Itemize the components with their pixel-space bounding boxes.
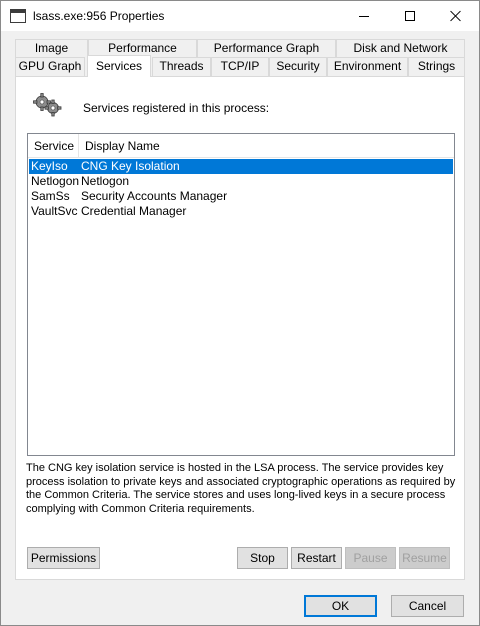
services-tab-panel: Services registered in this process: Ser… bbox=[15, 76, 465, 580]
window-icon bbox=[10, 9, 26, 23]
service-name: VaultSvc bbox=[31, 204, 78, 218]
service-name: SamSs bbox=[31, 189, 70, 203]
service-display-name: CNG Key Isolation bbox=[81, 159, 180, 173]
restart-button[interactable]: Restart bbox=[291, 547, 342, 569]
maximize-button[interactable] bbox=[387, 1, 433, 31]
tab-environment[interactable]: Environment bbox=[327, 57, 408, 76]
tab-strings[interactable]: Strings bbox=[408, 57, 465, 76]
service-name: KeyIso bbox=[31, 159, 68, 173]
tab-threads[interactable]: Threads bbox=[152, 57, 211, 76]
tab-services[interactable]: Services bbox=[87, 55, 151, 77]
service-display-name: Security Accounts Manager bbox=[81, 189, 228, 203]
tab-disk-and-network[interactable]: Disk and Network bbox=[336, 39, 465, 58]
tab-tcpip[interactable]: TCP/IP bbox=[211, 57, 269, 76]
tab-row-bottom: GPU Graph Services Threads TCP/IP Securi… bbox=[1, 55, 480, 77]
cancel-button[interactable]: Cancel bbox=[391, 595, 464, 617]
minimize-button[interactable] bbox=[341, 1, 387, 31]
column-service[interactable]: Service bbox=[28, 134, 79, 158]
services-header: Services registered in this process: bbox=[83, 101, 270, 115]
tab-row-top: Image Performance Performance Graph Disk… bbox=[1, 39, 480, 58]
service-row[interactable]: VaultSvc Credential Manager bbox=[29, 204, 453, 219]
list-header: Service Display Name bbox=[28, 134, 454, 158]
permissions-button[interactable]: Permissions bbox=[27, 547, 100, 569]
services-list[interactable]: Service Display Name KeyIso CNG Key Isol… bbox=[27, 133, 455, 456]
service-display-name: Credential Manager bbox=[81, 204, 187, 218]
service-description: The CNG key isolation service is hosted … bbox=[26, 462, 456, 515]
service-row[interactable]: SamSs Security Accounts Manager bbox=[29, 189, 453, 204]
tab-security[interactable]: Security bbox=[269, 57, 327, 76]
service-name: Netlogon bbox=[31, 174, 80, 188]
window-title: lsass.exe:956 Properties bbox=[33, 9, 165, 23]
minimize-icon bbox=[359, 15, 369, 17]
maximize-icon bbox=[405, 11, 415, 21]
title-bar[interactable]: lsass.exe:956 Properties bbox=[1, 1, 479, 31]
gears-icon bbox=[33, 93, 62, 117]
stop-button[interactable]: Stop bbox=[237, 547, 288, 569]
tab-gpu-graph[interactable]: GPU Graph bbox=[15, 57, 85, 76]
close-icon bbox=[450, 10, 462, 22]
tab-image[interactable]: Image bbox=[15, 39, 88, 58]
column-display-name[interactable]: Display Name bbox=[79, 134, 454, 158]
resume-button[interactable]: Resume bbox=[399, 547, 450, 569]
close-button[interactable] bbox=[433, 1, 479, 31]
service-row[interactable]: KeyIso CNG Key Isolation bbox=[29, 159, 453, 174]
service-display-name: Netlogon bbox=[81, 174, 130, 188]
service-row[interactable]: Netlogon Netlogon bbox=[29, 174, 453, 189]
ok-button[interactable]: OK bbox=[304, 595, 377, 617]
tab-performance-graph[interactable]: Performance Graph bbox=[197, 39, 336, 58]
properties-window: lsass.exe:956 Properties Image Performan… bbox=[0, 0, 480, 626]
pause-button[interactable]: Pause bbox=[345, 547, 396, 569]
